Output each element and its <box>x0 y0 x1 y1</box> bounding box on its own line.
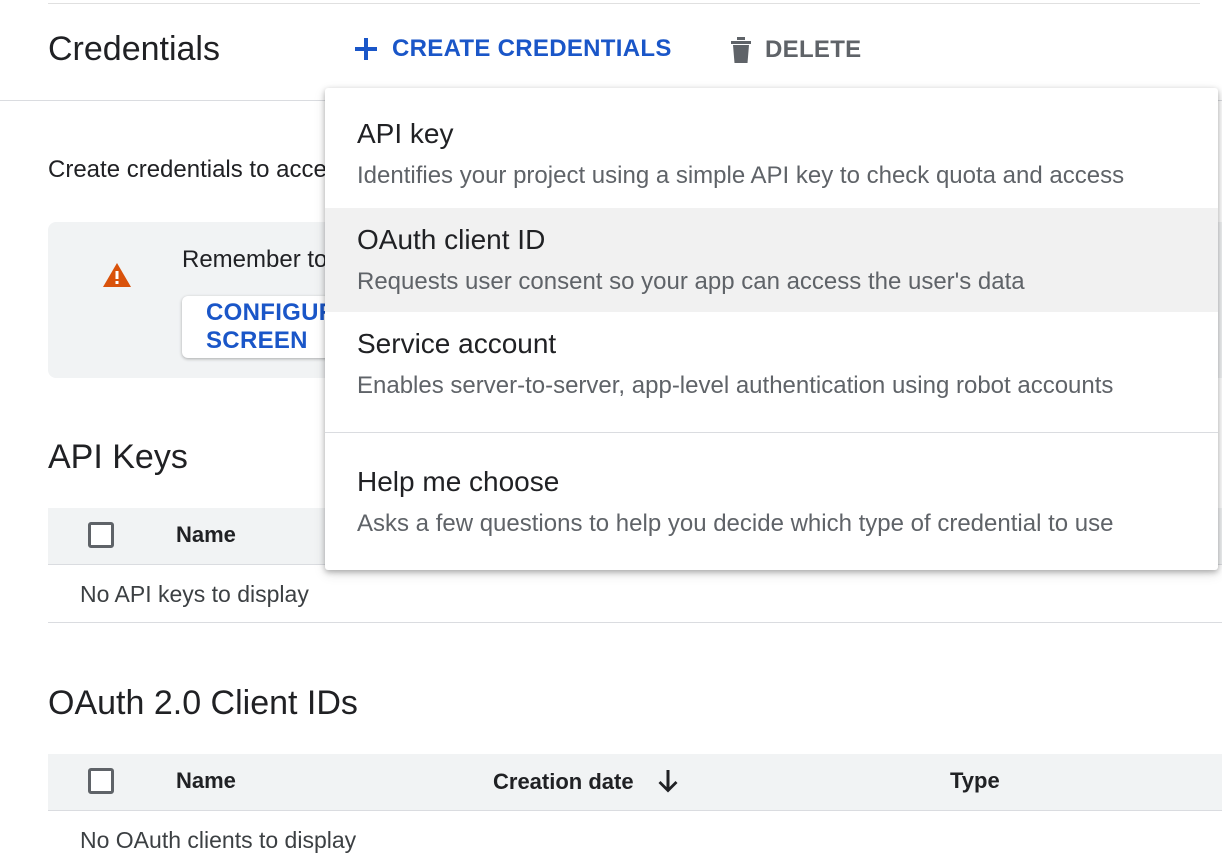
menu-item-description: Identifies your project using a simple A… <box>357 162 1125 189</box>
oauth-clients-title: OAuth 2.0 Client IDs <box>48 684 358 722</box>
api-keys-row-divider <box>48 622 1222 623</box>
oauth-empty-message: No OAuth clients to display <box>80 827 357 853</box>
api-keys-title: API Keys <box>48 438 188 476</box>
menu-item-description: Enables server-to-server, app-level auth… <box>357 372 1114 399</box>
delete-label: DELETE <box>765 36 862 63</box>
menu-item-api-key[interactable]: API key Identifies your project using a … <box>325 88 1218 192</box>
delete-button[interactable]: DELETE <box>729 35 861 65</box>
create-credentials-button[interactable]: CREATE CREDENTIALS <box>352 35 672 63</box>
menu-item-oauth-client-id[interactable]: OAuth client ID Requests user consent so… <box>325 208 1218 312</box>
menu-item-title: Service account <box>357 328 557 359</box>
column-header-creation-date[interactable]: Creation date <box>493 768 680 795</box>
column-header-name[interactable]: Name <box>176 522 236 548</box>
create-credentials-label: CREATE CREDENTIALS <box>392 35 672 62</box>
column-header-name[interactable]: Name <box>176 768 236 794</box>
menu-item-description: Asks a few questions to help you decide … <box>357 510 1114 537</box>
select-all-oauth-checkbox[interactable] <box>88 768 114 794</box>
menu-divider <box>325 432 1218 433</box>
select-all-api-keys-checkbox[interactable] <box>88 522 114 548</box>
plus-icon <box>355 38 377 60</box>
menu-item-service-account[interactable]: Service account Enables server-to-server… <box>325 312 1218 416</box>
creation-date-label: Creation date <box>493 769 634 794</box>
menu-item-description: Requests user consent so your app can ac… <box>357 268 1025 295</box>
column-header-type[interactable]: Type <box>950 768 1000 794</box>
api-keys-empty-message: No API keys to display <box>80 581 309 607</box>
page-title: Credentials <box>48 30 220 68</box>
menu-item-title: Help me choose <box>357 466 560 497</box>
menu-item-title: OAuth client ID <box>357 224 546 255</box>
top-divider <box>48 3 1200 4</box>
arrow-down-icon <box>658 770 678 793</box>
warning-icon <box>103 263 131 287</box>
oauth-table-header: Name Creation date Type <box>48 754 1222 811</box>
menu-item-title: API key <box>357 118 454 149</box>
menu-item-help-me-choose[interactable]: Help me choose Asks a few questions to h… <box>325 450 1218 554</box>
trash-icon <box>731 37 751 63</box>
create-credentials-menu: API key Identifies your project using a … <box>325 88 1218 570</box>
